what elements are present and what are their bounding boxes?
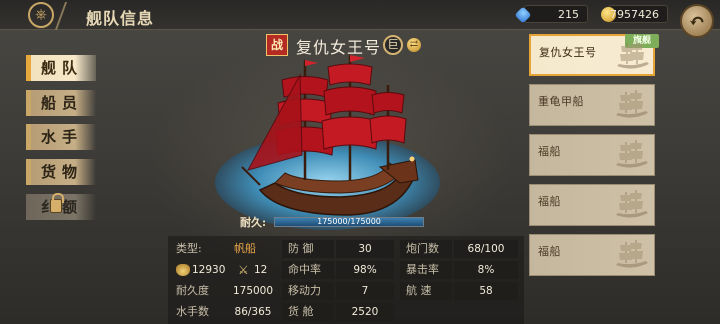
durability-bar: 175000/175000: [274, 217, 424, 227]
stats-row: 类型: 帆船 防 御 30 炮门数 68/100: [168, 238, 524, 258]
durability-stat-value: 175000: [232, 285, 274, 297]
sailors-value: 86/365: [234, 306, 272, 318]
title-divider: [54, 2, 76, 30]
accuracy-value: 98%: [336, 261, 394, 279]
tab-crew[interactable]: 船员: [26, 90, 96, 116]
hold-value: 2520: [336, 303, 394, 321]
cargo-value: 12930: [192, 264, 226, 276]
fleet-card-name: 重龟甲船: [538, 95, 584, 108]
ship-silhouette-icon: [616, 190, 648, 218]
gem-amount: 215: [558, 8, 579, 21]
accuracy-label: 命中率: [282, 261, 334, 279]
mobility-label: 移动力: [282, 282, 334, 300]
ship-silhouette-icon: [616, 240, 648, 268]
mobility-value: 7: [336, 282, 394, 300]
swap-icon[interactable]: ⇄: [407, 38, 421, 52]
crew-attack-stat: ⚔ 12: [238, 261, 267, 279]
defense-value: 30: [336, 240, 394, 258]
defense-label: 防 御: [282, 240, 334, 258]
ship-silhouette-icon: [616, 90, 648, 118]
durability-label: 耐久:: [240, 216, 267, 229]
tab-label: 货物: [41, 163, 84, 181]
tab-marker: [26, 124, 31, 150]
page-title: 舰队信息: [86, 9, 155, 28]
tab-locked[interactable]: 纟额: [26, 193, 96, 220]
fleet-card-name: 福船: [538, 195, 561, 208]
compass-icon: ⎈: [28, 2, 54, 28]
stats-row: 水手数 86/365 货 舱 2520: [168, 301, 524, 321]
fleet-card[interactable]: 福船: [529, 234, 655, 276]
gold-amount: 7957426: [610, 8, 659, 21]
battle-badge: 战: [266, 34, 288, 56]
cargo-bag-icon: [176, 264, 190, 276]
speed-label: 航 速: [400, 282, 452, 300]
fleet-card-name: 福船: [538, 145, 561, 158]
lock-icon: [50, 193, 64, 213]
tab-label: 水手: [41, 128, 84, 146]
tab-fleet[interactable]: 舰队: [26, 55, 96, 81]
back-arrow-icon: ↶: [688, 9, 706, 33]
tab-sailors[interactable]: 水手: [26, 124, 96, 150]
tab-label: 舰队: [41, 59, 84, 77]
sailors-label: 水手数: [176, 305, 209, 318]
fleet-card-name: 福船: [538, 245, 561, 258]
gem-icon: [514, 6, 532, 24]
cargo-stat: 12930: [176, 261, 225, 279]
fleet-info-screen: ⎈ 舰队信息 215 7957426 ↶ 舰队 船员 水手 货物 纟额 战 复仇…: [0, 0, 720, 324]
cannon-label: 炮门数: [400, 240, 452, 258]
back-button[interactable]: ↶: [680, 4, 714, 38]
fleet-card-name: 复仇女王号: [539, 46, 597, 59]
gold-counter: 7957426: [601, 5, 668, 23]
durability-text: 175000/175000: [317, 217, 381, 226]
fleet-card[interactable]: 福船: [529, 134, 655, 176]
type-value: 帆船: [234, 242, 256, 255]
tab-marker: [26, 90, 31, 116]
crew-attack-value: 12: [254, 264, 268, 276]
cannon-value: 68/100: [454, 240, 518, 258]
fleet-card[interactable]: 福船: [529, 184, 655, 226]
stats-row: 12930 ⚔ 12 命中率 98% 暴击率 8%: [168, 259, 524, 279]
tab-cargo[interactable]: 货物: [26, 159, 96, 185]
hold-label: 货 舱: [282, 303, 334, 321]
gem-counter: 215: [514, 5, 588, 24]
tab-label: 船员: [41, 94, 84, 112]
crit-label: 暴击率: [400, 261, 452, 279]
size-badge: 巨: [383, 35, 403, 55]
tab-marker: [26, 55, 31, 81]
type-label: 类型:: [176, 242, 202, 255]
fleet-card-flagship[interactable]: 复仇女王号 旗舰: [529, 34, 659, 76]
tab-marker: [26, 159, 31, 185]
ship-illustration[interactable]: [240, 55, 430, 225]
stats-row: 耐久度 175000 移动力 7 航 速 58: [168, 280, 524, 300]
durability-stat-label: 耐久度: [176, 284, 209, 297]
ship-name: 复仇女王号: [296, 38, 382, 57]
crossed-swords-icon: ⚔: [238, 263, 249, 277]
ship-silhouette-icon: [616, 140, 648, 168]
fleet-card[interactable]: 重龟甲船: [529, 84, 655, 126]
durability-bar-row: 耐久: 175000/175000: [238, 214, 428, 229]
top-bar: ⎈ 舰队信息 215 7957426: [0, 0, 720, 30]
crit-value: 8%: [454, 261, 518, 279]
speed-value: 58: [454, 282, 518, 300]
stats-panel: 类型: 帆船 防 御 30 炮门数 68/100 12930 ⚔ 12 命中率 9…: [168, 236, 524, 324]
ship-silhouette-icon: [617, 41, 649, 69]
